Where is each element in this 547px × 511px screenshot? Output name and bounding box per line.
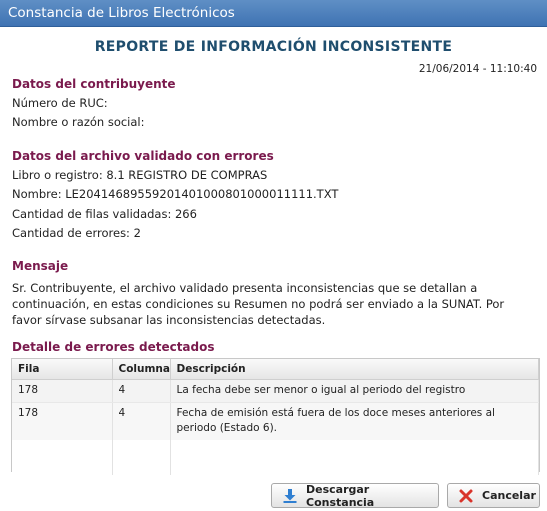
- rows-validated-line: Cantidad de filas validadas: 266: [12, 207, 197, 221]
- column-header-descripcion[interactable]: Descripción: [170, 359, 539, 380]
- cancel-button[interactable]: Cancelar: [447, 483, 540, 508]
- column-header-columna[interactable]: Columna: [112, 359, 171, 380]
- report-title: REPORTE DE INFORMACIÓN INCONSISTENTE: [94, 39, 453, 55]
- table-row[interactable]: 178 4 La fecha debe ser menor o igual al…: [12, 379, 539, 403]
- cell-fila: 178: [12, 402, 113, 440]
- errors-count-line: Cantidad de errores: 2: [12, 226, 141, 240]
- cell-descripcion: La fecha debe ser menor o igual al perio…: [170, 379, 539, 403]
- table-row[interactable]: 178 4 Fecha de emisión está fuera de los…: [12, 402, 539, 440]
- ruc-label: Número de RUC:: [12, 96, 108, 110]
- window-title: Constancia de Libros Electrónicos: [8, 5, 235, 21]
- taxpayer-section-title: Datos del contribuyente: [12, 77, 176, 91]
- download-button-label: Descargar Constancia: [306, 482, 375, 509]
- cell-columna: 4: [112, 402, 171, 440]
- empty-row: [12, 440, 539, 475]
- message-text: Sr. Contribuyente, el archivo validado p…: [12, 281, 505, 327]
- column-header-fila[interactable]: Fila: [12, 359, 113, 380]
- cell-columna: 4: [112, 379, 171, 403]
- download-constancia-button[interactable]: Descargar Constancia: [271, 482, 439, 509]
- message-section-title: Mensaje: [12, 259, 69, 273]
- report-timestamp: 21/06/2014 - 11:10:40: [418, 63, 537, 75]
- file-section-title: Datos del archivo validado con errores: [12, 149, 274, 163]
- cancel-button-label: Cancelar: [482, 489, 536, 502]
- cancel-icon: [458, 488, 474, 504]
- window-titlebar: Constancia de Libros Electrónicos: [0, 0, 547, 27]
- download-icon: [282, 488, 298, 504]
- cell-descripcion: Fecha de emisión está fuera de los doce …: [170, 402, 539, 440]
- book-line: Libro o registro: 8.1 REGISTRO DE COMPRA…: [12, 168, 268, 182]
- file-name-line: Nombre: LE204146895592014010008010000111…: [12, 187, 339, 201]
- cell-fila: 178: [12, 379, 113, 403]
- errors-section-title: Detalle de errores detectados: [12, 340, 215, 354]
- name-label: Nombre o razón social:: [12, 115, 145, 129]
- errors-table: Fila Columna Descripción 178 4 La fecha …: [11, 358, 540, 475]
